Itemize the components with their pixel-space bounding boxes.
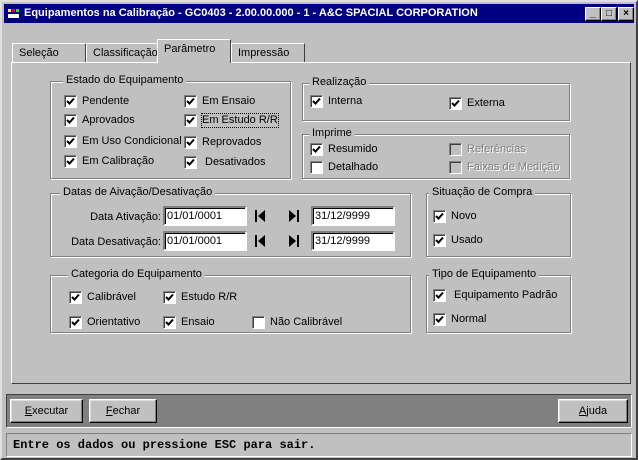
checkbox-box [433, 210, 446, 223]
group-title: Situação de Compra [429, 186, 536, 198]
checkbox-box [163, 291, 176, 304]
checkbox-label: Resumido [328, 143, 378, 155]
checkbox-label: Interna [328, 95, 363, 107]
tab-classificacao[interactable]: Classificação [86, 43, 158, 63]
tab-panel-parametro: Estado do Equipamento Pendente Em Ensaio… [11, 62, 631, 384]
close-button[interactable]: × [618, 7, 634, 21]
group-estado: Estado do Equipamento Pendente Em Ensaio… [50, 74, 291, 179]
checkbox-box [433, 234, 446, 247]
data-desativacao-label: Data Desativação: [71, 236, 161, 248]
ajuda-button[interactable]: Ajuda [558, 399, 628, 423]
checkbox-label: Reprovados [202, 136, 262, 148]
group-tipo-equipamento: Tipo de Equipamento Equipamento Padrão N… [426, 268, 571, 333]
group-title: Tipo de Equipamento [429, 268, 540, 280]
app-icon [7, 7, 21, 20]
checkbox-label: Novo [451, 210, 477, 222]
group-title: Categoria do Equipamento [68, 268, 205, 280]
group-situacao-compra: Situação de Compra Novo Usado [426, 186, 571, 257]
status-text: Entre os dados ou pressione ESC para sai… [13, 438, 316, 452]
tab-selecao[interactable]: Seleção [12, 43, 86, 63]
tab-label: Classificação [93, 47, 158, 59]
tab-impressao[interactable]: Impressão [231, 43, 305, 63]
minimize-icon: _ [590, 8, 596, 19]
tab-label: Seleção [19, 47, 59, 59]
fechar-accelerator: F [105, 405, 113, 417]
checkbox-label: Em Ensaio [202, 95, 256, 107]
checkbox-box [433, 289, 446, 302]
maximize-button[interactable]: □ [601, 7, 617, 21]
checkbox-label: Usado [451, 234, 483, 246]
group-imprime: Imprime Resumido Detalhado Referências F… [302, 127, 570, 179]
checkbox-box [184, 136, 197, 149]
checkbox-box [449, 143, 462, 156]
checkbox-label: Externa [467, 97, 505, 109]
checkbox-label: Desativados [205, 156, 266, 168]
checkbox-label: Em Calibração [82, 155, 155, 167]
ajuda-label: juda [586, 405, 608, 417]
checkbox-label: Normal [451, 313, 487, 325]
group-title: Datas de Aivação/Desativação [60, 186, 216, 198]
checkbox-box [184, 114, 197, 127]
title-bar[interactable]: Equipamentos na Calibração - GC0403 - 2.… [4, 4, 634, 23]
checkbox-box [69, 316, 82, 329]
checkbox-box [184, 95, 197, 108]
data-ativacao-label: Data Ativação: [90, 211, 161, 223]
checkbox-box [310, 95, 323, 108]
tab-label: Parâmetro [164, 43, 216, 55]
fechar-label: echar [112, 405, 141, 417]
checkbox-box [64, 155, 77, 168]
maximize-icon: □ [605, 8, 613, 19]
data-desativacao-inicio-input[interactable] [163, 231, 247, 251]
checkbox-label: Não Calibrável [270, 316, 343, 328]
checkbox-label: Referências [467, 143, 526, 155]
checkbox-label: Ensaio [181, 316, 215, 328]
main-window: Equipamentos na Calibração - GC0403 - 2.… [0, 0, 638, 460]
group-title: Estado do Equipamento [63, 74, 187, 86]
last-record-icon[interactable] [287, 209, 301, 223]
fechar-button[interactable]: Fechar [89, 399, 157, 423]
checkbox-label: Detalhado [328, 161, 379, 173]
minimize-button[interactable]: _ [585, 7, 601, 21]
window-title: Equipamentos na Calibração - GC0403 - 2.… [24, 7, 478, 19]
first-record-icon[interactable] [253, 234, 267, 248]
checkbox-box [310, 161, 323, 174]
checkbox-box [64, 95, 77, 108]
checkbox-label: Calibrável [87, 291, 136, 303]
checkbox-label: Orientativo [87, 316, 141, 328]
checkbox-box [310, 143, 323, 156]
group-title: Imprime [309, 127, 355, 139]
checkbox-box [163, 316, 176, 329]
checkbox-box [184, 156, 197, 169]
checkbox-box [64, 114, 77, 127]
checkbox-box [252, 316, 265, 329]
group-datas: Datas de Aivação/Desativação Data Ativaç… [50, 186, 411, 257]
group-realizacao: Realização Interna Externa [302, 76, 570, 121]
checkbox-label: Em Uso Condicional [82, 135, 182, 147]
tab-label: Impressão [238, 47, 290, 59]
last-record-icon[interactable] [287, 234, 301, 248]
executar-label: xecutar [32, 405, 69, 417]
checkbox-label: Equipamento Padrão [454, 289, 558, 301]
data-desativacao-fim-input[interactable] [311, 231, 395, 251]
button-bar: Executar Fechar Ajuda [6, 394, 632, 428]
executar-button[interactable]: Executar [10, 399, 83, 423]
checkbox-box [449, 161, 462, 174]
group-title: Realização [309, 76, 370, 88]
checkbox-label: Em Estudo R/R [201, 113, 279, 128]
checkbox-label: Estudo R/R [181, 291, 238, 303]
checkbox-box [433, 313, 446, 326]
checkbox-box [69, 291, 82, 304]
tab-parametro[interactable]: Parâmetro [157, 39, 231, 63]
checkbox-label: Aprovados [82, 114, 135, 126]
data-ativacao-fim-input[interactable] [311, 206, 395, 226]
first-record-icon[interactable] [253, 209, 267, 223]
checkbox-box [449, 97, 462, 110]
data-ativacao-inicio-input[interactable] [163, 206, 247, 226]
checkbox-box [64, 135, 77, 148]
status-bar: Entre os dados ou pressione ESC para sai… [6, 433, 632, 457]
checkbox-label: Faixas de Medição [467, 161, 560, 173]
checkbox-label: Pendente [82, 95, 130, 107]
group-categoria: Categoria do Equipamento Calibrável Estu… [50, 268, 411, 333]
close-icon: × [623, 8, 629, 19]
